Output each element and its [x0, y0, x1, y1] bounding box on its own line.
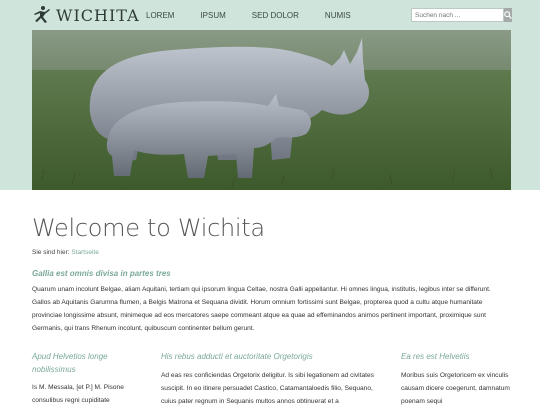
column-heading: Apud Helvetios longe nobilissimus — [32, 352, 108, 374]
breadcrumb-prefix: Sie sind hier: — [32, 249, 70, 256]
lead-heading: Gallia est omnis divisa in partes tres — [32, 269, 171, 278]
column-text: Moribus suis Orgetoricem ex vinculis cau… — [401, 372, 510, 405]
column-text: Ad eas res conficiendas Orgetorix deligi… — [161, 372, 374, 405]
column-text: Is M. Messala, [et P.] M. Pisone consuli… — [32, 384, 124, 404]
search-form — [411, 8, 512, 22]
lead-text: Quarum unam incolunt Belgae, aliam Aquit… — [32, 286, 491, 332]
breadcrumb-link-home[interactable]: Startseite — [71, 249, 98, 256]
breadcrumb: Sie sind hier: Startseite — [32, 249, 99, 256]
header-bar: WICHITA LOREM IPSUM SED DOLOR NUMIS — [0, 0, 540, 30]
column-heading: His rebus adducti et auctoritate Orgetor… — [161, 352, 313, 361]
nav-item-lorem[interactable]: LOREM — [146, 11, 174, 20]
hero-image — [32, 30, 511, 190]
search-input[interactable] — [411, 8, 504, 22]
nav-item-sed-dolor[interactable]: SED DOLOR — [252, 11, 299, 20]
column-heading: Ea res est Helvetiis — [401, 352, 470, 361]
nav-item-ipsum[interactable]: IPSUM — [200, 11, 225, 20]
logo[interactable]: WICHITA — [32, 5, 140, 25]
brand-name: WICHITA — [56, 5, 140, 25]
column-2: His rebus adducti et auctoritate Orgetor… — [161, 350, 386, 408]
running-figure-icon — [34, 6, 50, 23]
page-title: Welcome to Wichita — [32, 214, 265, 242]
main-nav: LOREM IPSUM SED DOLOR NUMIS — [146, 0, 377, 30]
search-icon — [504, 11, 512, 19]
column-1: Apud Helvetios longe nobilissimus Is M. … — [32, 350, 142, 407]
nav-item-numis[interactable]: NUMIS — [325, 11, 351, 20]
search-button[interactable] — [504, 8, 512, 22]
column-3: Ea res est Helvetiis Moribus suis Orgeto… — [401, 350, 511, 408]
rhino-photo — [32, 30, 511, 190]
